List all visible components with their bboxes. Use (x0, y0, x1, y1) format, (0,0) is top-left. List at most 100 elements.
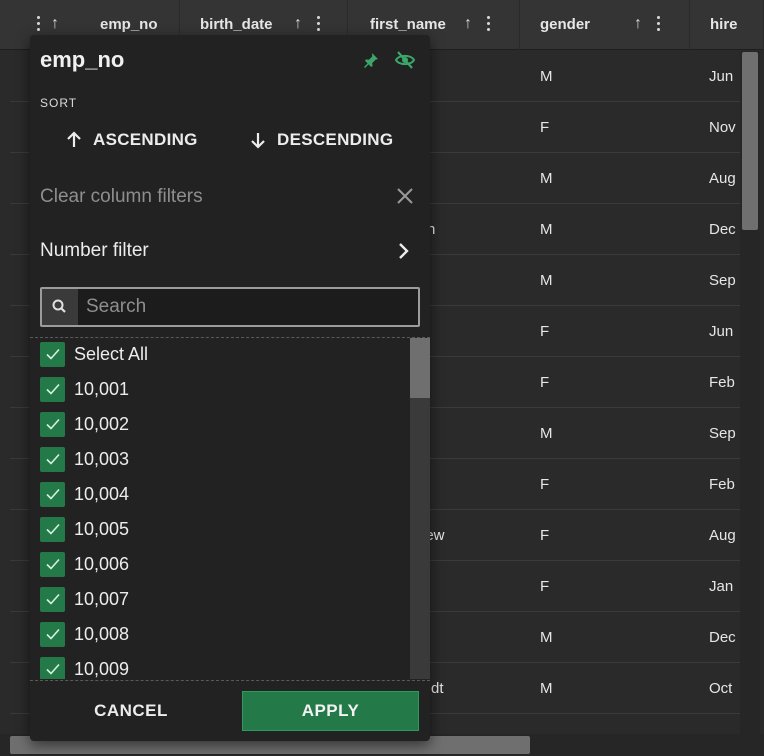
list-item-label: 10,009 (74, 658, 130, 679)
checkbox-checked[interactable] (40, 656, 65, 679)
checkbox-checked[interactable] (40, 551, 65, 577)
kebab-menu-icon[interactable] (657, 15, 661, 33)
chevron-right-icon (399, 243, 409, 259)
cell-first-name: dt (431, 680, 444, 697)
list-item-label: Select All (74, 343, 149, 364)
checkbox-checked[interactable] (40, 516, 65, 542)
cell-hire-date: Sep (709, 425, 736, 442)
sort-section-label: SORT (40, 96, 78, 110)
cell-hire-date: Jun (709, 323, 734, 340)
list-item-label: 10,002 (74, 413, 130, 434)
checkbox-checked[interactable] (40, 586, 65, 612)
cell-hire-date: Jan (709, 578, 734, 595)
popup-title: emp_no (40, 47, 125, 72)
checkbox-checked[interactable] (40, 411, 65, 437)
search-field[interactable] (40, 287, 420, 327)
list-item[interactable]: 10,007 (40, 585, 129, 613)
kebab-menu-icon[interactable] (487, 15, 491, 33)
check-icon (45, 593, 60, 605)
column-header-gender[interactable]: gender ↑ (520, 0, 690, 50)
list-item[interactable]: 10,001 (40, 375, 129, 403)
list-item[interactable]: 10,002 (40, 410, 129, 438)
list-item[interactable]: 10,009 (40, 655, 129, 679)
cell-gender: F (540, 323, 550, 340)
clear-filters-label: Clear column filters (40, 186, 203, 207)
arrow-down-icon (251, 133, 265, 149)
vertical-scrollbar-thumb[interactable] (742, 52, 758, 230)
cell-gender: M (540, 680, 553, 697)
cell-hire-date: Oct (709, 680, 733, 697)
checkbox-checked[interactable] (40, 341, 65, 367)
list-item-label: 10,007 (74, 588, 130, 609)
cell-hire-date: Feb (709, 476, 735, 493)
search-icon-container (42, 289, 78, 325)
cell-gender: M (540, 68, 553, 85)
close-icon (397, 188, 413, 204)
kebab-menu-icon[interactable] (317, 15, 321, 33)
list-divider-bottom (30, 680, 430, 681)
list-item-label: 10,003 (74, 448, 130, 469)
list-item-label: 10,008 (74, 623, 130, 644)
checkbox-checked[interactable] (40, 621, 65, 647)
checkbox-checked[interactable] (40, 481, 65, 507)
number-filter-menu-item[interactable]: Number filter (40, 237, 420, 267)
cell-gender: F (540, 374, 550, 391)
cell-hire-date: Feb (709, 374, 735, 391)
cell-hire-date: Dec (709, 629, 736, 646)
cell-hire-date: Aug (709, 527, 736, 544)
cell-gender: M (540, 425, 553, 442)
check-icon (45, 558, 60, 570)
value-checkbox-list: Select All 10,001 10,002 10,003 10,004 1… (30, 338, 430, 679)
list-item[interactable]: 10,004 (40, 480, 129, 508)
number-filter-label: Number filter (40, 240, 149, 261)
list-item-label: 10,001 (74, 378, 130, 399)
cell-gender: M (540, 221, 553, 238)
list-scrollbar-thumb[interactable] (410, 338, 430, 398)
arrow-up-icon[interactable]: ↑ (634, 15, 642, 33)
check-icon (45, 348, 60, 360)
column-label: gender (540, 16, 591, 33)
list-item-label: 10,005 (74, 518, 130, 539)
check-icon (45, 488, 60, 500)
pin-icon[interactable] (362, 51, 380, 69)
arrow-up-icon[interactable]: ↑ (464, 15, 472, 33)
cell-gender: F (540, 527, 550, 544)
apply-button[interactable]: APPLY (242, 691, 419, 731)
list-item[interactable]: 10,003 (40, 445, 129, 473)
arrow-up-icon[interactable]: ↑ (51, 15, 59, 33)
search-input[interactable] (86, 293, 406, 321)
cell-gender: F (540, 578, 550, 595)
cancel-button[interactable]: CANCEL (40, 691, 222, 731)
column-menu-popup: emp_no SORT ASCENDING DESCENDING Clear c… (30, 35, 430, 741)
cell-gender: F (540, 476, 550, 493)
checkbox-checked[interactable] (40, 376, 65, 402)
cell-gender: F (540, 119, 550, 136)
list-item-label: 10,004 (74, 483, 130, 504)
column-header-hire-date[interactable]: hire (690, 0, 764, 50)
cell-hire-date: Aug (709, 170, 736, 187)
list-item[interactable]: 10,006 (40, 550, 129, 578)
kebab-menu-icon[interactable] (37, 15, 41, 33)
list-item[interactable]: 10,008 (40, 620, 129, 648)
check-icon (45, 453, 60, 465)
checkbox-checked[interactable] (40, 446, 65, 472)
list-item-select-all[interactable]: Select All (40, 340, 148, 368)
cell-gender: M (540, 272, 553, 289)
clear-column-filters-button[interactable]: Clear column filters (40, 183, 420, 213)
column-label: hire (710, 16, 738, 33)
list-item[interactable]: 10,005 (40, 515, 129, 543)
check-icon (45, 523, 60, 535)
column-label: birth_date (200, 16, 273, 33)
search-icon (52, 299, 66, 313)
cell-hire-date: Jun (709, 68, 734, 85)
sort-ascending-label: ASCENDING (93, 130, 198, 149)
list-item-label: 10,006 (74, 553, 130, 574)
sort-ascending-button[interactable]: ASCENDING (65, 127, 198, 153)
arrow-up-icon (67, 131, 81, 147)
check-icon (45, 663, 60, 675)
eye-off-icon[interactable] (394, 50, 416, 70)
check-icon (45, 383, 60, 395)
arrow-up-icon[interactable]: ↑ (294, 15, 302, 33)
column-label: emp_no (100, 16, 158, 33)
sort-descending-button[interactable]: DESCENDING (249, 127, 393, 153)
